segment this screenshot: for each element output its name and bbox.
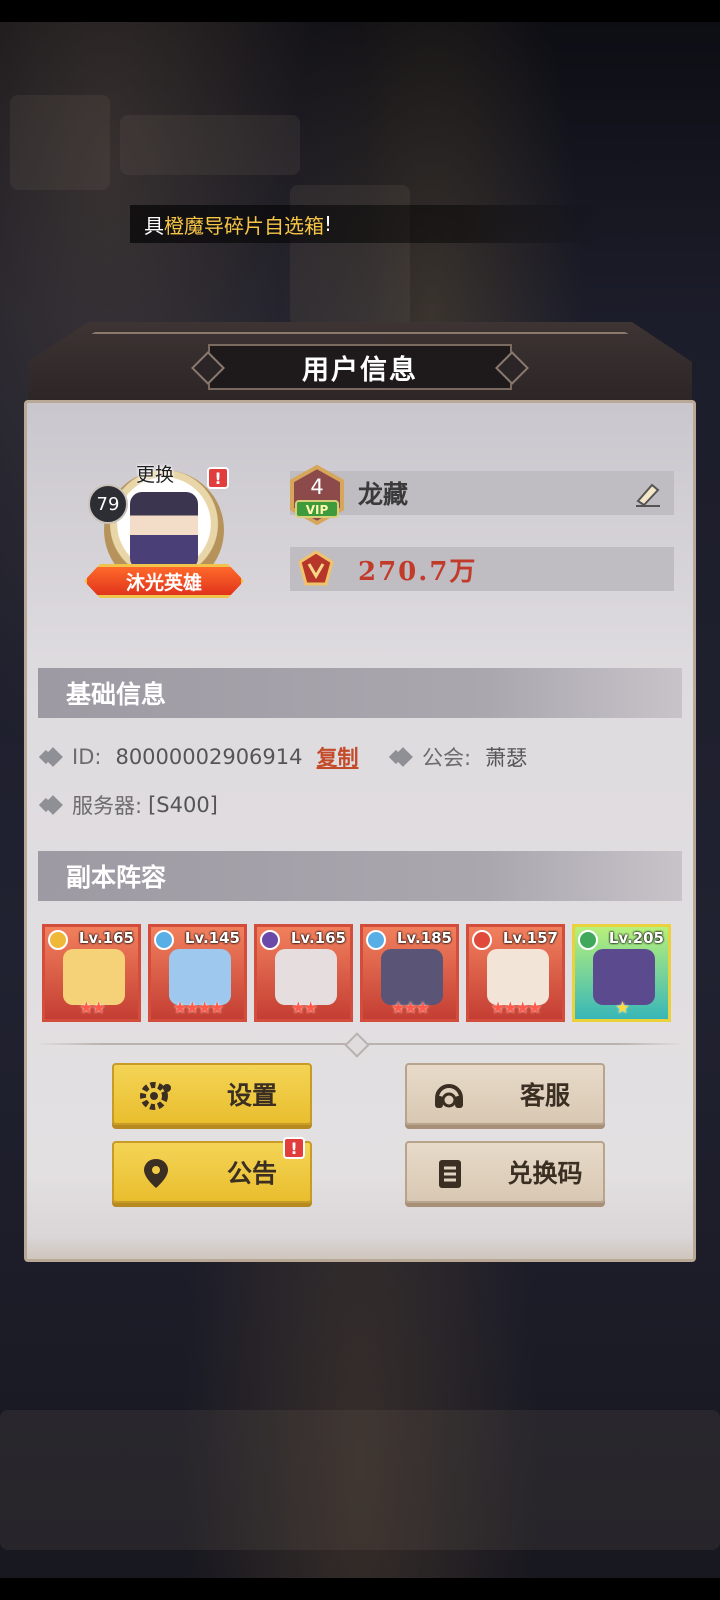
redeem-code-label: 兑换码 <box>507 1159 583 1188</box>
hero-level: Lv.185 <box>396 929 452 947</box>
bullet-icon <box>43 795 63 815</box>
player-title-badge: 沐光英雄 <box>84 564 244 598</box>
element-icon <box>366 930 386 950</box>
combat-power-value: 270.7万 <box>358 556 478 587</box>
hero-level: Lv.145 <box>184 929 240 947</box>
hero-stars: ★ <box>615 998 629 1017</box>
hero-level: Lv.205 <box>608 929 664 947</box>
panel-title: 用户信息 <box>208 344 512 390</box>
element-icon <box>154 930 174 950</box>
id-label: ID: <box>72 745 102 769</box>
server-label: 服务器: <box>72 794 143 818</box>
headset-icon <box>431 1078 467 1120</box>
server-value: [S400] <box>148 793 218 817</box>
bullet-icon <box>393 747 413 767</box>
combat-power-icon <box>296 550 336 592</box>
hero-card[interactable]: Lv.165 ★★ <box>254 924 353 1022</box>
element-icon <box>48 930 68 950</box>
hero-card[interactable]: Lv.185 ★★★ <box>360 924 459 1022</box>
element-icon <box>260 930 280 950</box>
notice-button[interactable]: 公告 <box>112 1141 312 1203</box>
id-row: ID: 80000002906914 复制 <box>43 742 359 772</box>
redeem-code-button[interactable]: 兑换码 <box>405 1141 605 1203</box>
notice-alert-icon: ! <box>283 1137 305 1159</box>
hero-portrait <box>593 949 655 1005</box>
hero-stars: ★★★★ <box>172 998 224 1017</box>
gear-icon <box>138 1078 174 1120</box>
customer-service-label: 客服 <box>519 1081 570 1110</box>
avatar-portrait <box>130 492 198 570</box>
vip-level: 4 <box>310 475 324 499</box>
hero-portrait <box>63 949 125 1005</box>
guild-row: 公会: 萧瑟 <box>393 742 528 772</box>
hero-portrait <box>381 949 443 1005</box>
book-icon <box>431 1156 467 1198</box>
marquee-suffix: ! <box>324 212 333 236</box>
element-icon <box>578 930 598 950</box>
hero-level: Lv.165 <box>290 929 346 947</box>
hero-card[interactable]: Lv.205 ★ <box>572 924 671 1022</box>
blurred-bottom-nav <box>0 1410 720 1550</box>
location-pin-icon <box>138 1156 174 1198</box>
hero-stars: ★★ <box>291 998 318 1017</box>
hero-portrait <box>487 949 549 1005</box>
avatar-alert-icon: ! <box>207 467 229 489</box>
id-value: 80000002906914 <box>115 745 303 769</box>
bullet-icon <box>43 747 63 767</box>
blurred-name <box>120 115 300 175</box>
edit-name-icon[interactable] <box>632 477 664 513</box>
vip-badge: 4 VIP <box>288 464 346 527</box>
hero-stars: ★★ <box>79 998 106 1017</box>
hero-portrait <box>275 949 337 1005</box>
combat-power-bar: 270.7万 <box>290 547 674 591</box>
player-level-badge: 79 <box>88 484 128 524</box>
guild-value: 萧瑟 <box>485 746 528 770</box>
lineup-header: 副本阵容 <box>38 851 682 901</box>
hero-card[interactable]: Lv.165 ★★ <box>42 924 141 1022</box>
hero-stars: ★★★★ <box>490 998 542 1017</box>
marquee-highlight: 橙魔导碎片自选箱 <box>164 213 324 238</box>
player-name-bar: 龙藏 <box>290 471 674 515</box>
marquee-prefix: 具 <box>144 213 164 238</box>
hero-portrait <box>169 949 231 1005</box>
blurred-avatar <box>10 95 110 190</box>
status-bar <box>0 0 720 22</box>
hero-lineup: Lv.165 ★★ Lv.145 ★★★★ Lv.165 ★★ Lv.185 ★… <box>42 924 676 1024</box>
settings-button[interactable]: 设置 <box>112 1063 312 1125</box>
hero-stars: ★★★ <box>390 998 430 1017</box>
hero-level: Lv.157 <box>502 929 558 947</box>
basic-info-header: 基础信息 <box>38 668 682 718</box>
guild-label: 公会: <box>422 746 472 770</box>
change-avatar-label[interactable]: 更换 <box>136 460 174 487</box>
hero-level: Lv.165 <box>78 929 134 947</box>
vip-label: VIP <box>305 503 329 517</box>
hero-card[interactable]: Lv.157 ★★★★ <box>466 924 565 1022</box>
navigation-bar <box>0 1578 720 1600</box>
hero-card[interactable]: Lv.145 ★★★★ <box>148 924 247 1022</box>
element-icon <box>472 930 492 950</box>
settings-label: 设置 <box>226 1081 277 1110</box>
server-row: 服务器: [S400] <box>43 790 218 820</box>
notice-label: 公告 <box>226 1159 277 1188</box>
customer-service-button[interactable]: 客服 <box>405 1063 605 1125</box>
copy-id-button[interactable]: 复制 <box>317 742 359 772</box>
announcement-marquee: 具橙魔导碎片自选箱! <box>130 205 600 243</box>
player-name: 龙藏 <box>358 480 409 509</box>
